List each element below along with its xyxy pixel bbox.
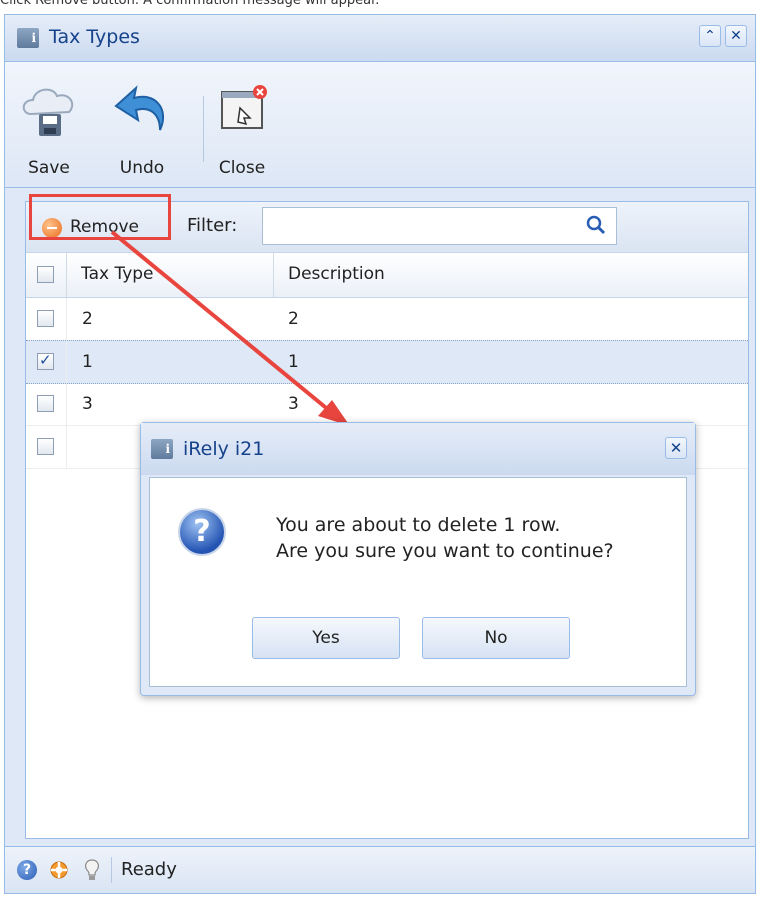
table-row[interactable]: 2 2 xyxy=(26,298,748,341)
save-label: Save xyxy=(28,158,70,178)
dialog-message-line2: Are you sure you want to continue? xyxy=(276,540,614,562)
row-checkbox-cell xyxy=(26,426,67,468)
dialog-titlebar: i iRely i21 ✕ xyxy=(141,423,695,475)
window-title: Tax Types xyxy=(49,26,140,48)
page-caption: Click Remove button. A confirmation mess… xyxy=(0,0,380,8)
status-separator xyxy=(111,857,112,883)
column-header-tax-type[interactable]: Tax Type xyxy=(67,253,274,297)
row-checkbox-cell xyxy=(26,341,67,383)
row-checkbox[interactable] xyxy=(37,395,54,412)
dialog-body: ? You are about to delete 1 row. Are you… xyxy=(149,477,687,687)
help-icon[interactable]: ? xyxy=(17,860,37,880)
app-window-icon: i xyxy=(17,28,39,48)
description-cell: 3 xyxy=(288,394,299,414)
description-cell: 2 xyxy=(288,309,299,329)
undo-label: Undo xyxy=(119,158,165,178)
close-screen-icon xyxy=(221,85,267,129)
tax-type-cell: 1 xyxy=(82,352,93,372)
dialog-message-line1: You are about to delete 1 row. xyxy=(276,514,561,536)
save-button[interactable]: Save xyxy=(17,76,81,178)
close-window-button[interactable]: ✕ xyxy=(725,25,747,47)
window-titlebar: i Tax Types ⌃ ✕ xyxy=(5,15,755,62)
main-toolbar: Save Undo Close xyxy=(5,62,755,188)
row-checkbox[interactable] xyxy=(37,351,54,370)
no-button[interactable]: No xyxy=(422,617,570,659)
filter-label: Filter: xyxy=(187,215,238,236)
yes-button[interactable]: Yes xyxy=(252,617,400,659)
search-icon[interactable] xyxy=(586,215,606,235)
question-icon: ? xyxy=(178,508,226,556)
toolbar-separator xyxy=(203,96,204,162)
grid-toolbar: Remove Filter: xyxy=(26,194,748,253)
save-icon xyxy=(22,88,74,136)
status-text: Ready xyxy=(121,859,177,880)
column-label: Description xyxy=(288,264,385,284)
table-row[interactable]: 3 3 xyxy=(26,383,748,426)
row-checkbox[interactable] xyxy=(37,438,54,455)
close-label: Close xyxy=(218,158,266,178)
row-checkbox-cell xyxy=(26,298,67,340)
column-label: Tax Type xyxy=(81,264,154,284)
undo-button[interactable]: Undo xyxy=(110,76,174,178)
column-header-description[interactable]: Description xyxy=(274,253,746,297)
tax-type-cell: 3 xyxy=(82,394,93,414)
dialog-title: iRely i21 xyxy=(183,438,265,460)
close-button[interactable]: Close xyxy=(210,76,274,178)
status-bar: ? Ready xyxy=(5,846,755,893)
tax-type-cell: 2 xyxy=(82,309,93,329)
app-window-icon: i xyxy=(151,439,173,459)
select-all-cell xyxy=(26,253,67,297)
dialog-close-button[interactable]: ✕ xyxy=(665,437,687,459)
filter-input[interactable] xyxy=(262,207,617,245)
grid-header: Tax Type Description xyxy=(26,253,748,298)
row-checkbox-cell xyxy=(26,383,67,425)
undo-icon xyxy=(114,85,165,131)
support-lifebuoy-icon[interactable] xyxy=(49,860,69,880)
remove-highlight-box xyxy=(29,194,171,240)
confirm-delete-dialog: i iRely i21 ✕ ? You are about to delete … xyxy=(140,422,696,696)
select-all-checkbox[interactable] xyxy=(37,266,54,283)
description-cell: 1 xyxy=(288,352,299,372)
row-checkbox[interactable] xyxy=(37,310,54,327)
lightbulb-icon[interactable] xyxy=(83,858,101,882)
dialog-message: You are about to delete 1 row. Are you s… xyxy=(276,512,614,564)
collapse-button[interactable]: ⌃ xyxy=(699,25,721,47)
table-row[interactable]: 1 1 xyxy=(26,340,748,384)
